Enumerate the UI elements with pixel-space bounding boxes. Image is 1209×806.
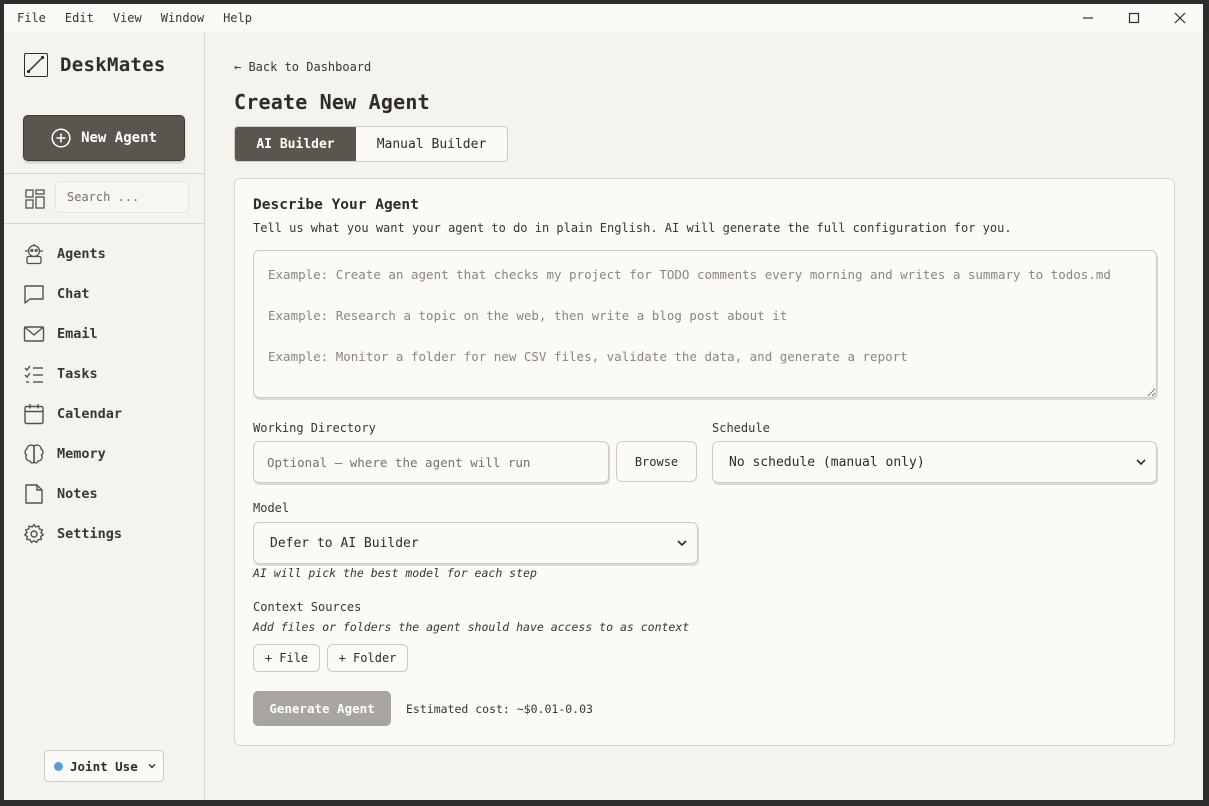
model-hint: AI will pick the best model for each ste… <box>253 566 537 580</box>
gear-icon <box>23 523 45 545</box>
page-title: Create New Agent <box>234 90 430 114</box>
sidebar-item-notes[interactable]: Notes <box>4 474 204 514</box>
sidebar: DeskMates New Agent Search ... Agents Ch… <box>4 32 205 800</box>
robot-icon <box>23 243 45 265</box>
sidebar-item-email[interactable]: Email <box>4 314 204 354</box>
schedule-value: No schedule (manual only) <box>729 454 925 470</box>
brand: DeskMates <box>24 53 166 77</box>
divider <box>4 223 204 224</box>
model-label: Model <box>253 501 290 515</box>
add-folder-button[interactable]: + Folder <box>327 644 408 672</box>
card-title: Describe Your Agent <box>253 197 419 213</box>
builder-tabs: AI Builder Manual Builder <box>234 126 508 162</box>
grid-view-icon[interactable] <box>25 189 45 209</box>
model-value: Defer to AI Builder <box>270 535 419 551</box>
checklist-icon <box>23 363 45 385</box>
sidebar-item-chat[interactable]: Chat <box>4 274 204 314</box>
search-input[interactable] <box>55 181 189 213</box>
chevron-down-icon <box>148 764 156 769</box>
new-agent-button[interactable]: New Agent <box>23 115 185 161</box>
sidebar-item-label: Calendar <box>57 406 123 422</box>
describe-agent-card: Describe Your Agent Tell us what you wan… <box>234 178 1175 746</box>
minimize-button[interactable] <box>1065 4 1111 32</box>
context-sources-hint: Add files or folders the agent should ha… <box>253 620 690 634</box>
close-button[interactable] <box>1157 4 1203 32</box>
calendar-icon <box>23 403 45 425</box>
status-dot <box>54 761 63 771</box>
new-agent-label: New Agent <box>81 130 157 146</box>
sidebar-item-label: Memory <box>57 446 106 462</box>
divider <box>4 173 204 174</box>
sidebar-item-label: Agents <box>57 246 106 262</box>
tab-manual-builder[interactable]: Manual Builder <box>356 127 507 161</box>
note-icon <box>23 483 45 505</box>
menu-edit[interactable]: Edit <box>65 11 107 25</box>
sidebar-item-tasks[interactable]: Tasks <box>4 354 204 394</box>
chevron-down-icon <box>677 540 687 547</box>
plus-circle-icon <box>51 128 71 148</box>
menu-help[interactable]: Help <box>223 11 265 25</box>
model-select[interactable]: Defer to AI Builder <box>253 522 698 564</box>
sidebar-item-label: Email <box>57 326 98 342</box>
browse-button[interactable]: Browse <box>616 441 697 482</box>
menu-window[interactable]: Window <box>161 11 217 25</box>
add-file-button[interactable]: + File <box>253 644 320 672</box>
back-to-dashboard-link[interactable]: ← Back to Dashboard <box>234 60 371 74</box>
envelope-icon <box>23 323 45 345</box>
mode-selector[interactable]: Joint Use <box>44 750 164 782</box>
schedule-label: Schedule <box>712 421 770 435</box>
close-icon <box>1174 12 1186 24</box>
sidebar-nav: Agents Chat Email Tasks Calendar Memory … <box>4 234 204 554</box>
chevron-down-icon <box>1136 459 1146 466</box>
menu-file[interactable]: File <box>17 11 59 25</box>
working-directory-input[interactable] <box>253 441 609 483</box>
generate-agent-button[interactable]: Generate Agent <box>253 691 391 726</box>
maximize-button[interactable] <box>1111 4 1157 32</box>
working-directory-label: Working Directory <box>253 421 376 435</box>
menu-bar: File Edit View Window Help <box>4 4 1203 32</box>
schedule-select[interactable]: No schedule (manual only) <box>712 441 1157 483</box>
minimize-icon <box>1083 17 1093 19</box>
app-name: DeskMates <box>60 54 166 76</box>
main-content: ← Back to Dashboard Create New Agent AI … <box>205 32 1203 800</box>
sidebar-item-calendar[interactable]: Calendar <box>4 394 204 434</box>
sidebar-item-settings[interactable]: Settings <box>4 514 204 554</box>
maximize-icon <box>1128 12 1140 24</box>
app-logo-icon <box>24 53 48 77</box>
chat-bubble-icon <box>23 283 45 305</box>
agent-description-textarea[interactable] <box>253 250 1157 398</box>
sidebar-item-memory[interactable]: Memory <box>4 434 204 474</box>
mode-label: Joint Use <box>70 758 138 774</box>
sidebar-item-label: Notes <box>57 486 98 502</box>
card-subtitle: Tell us what you want your agent to do i… <box>253 221 1012 235</box>
menu-view[interactable]: View <box>113 11 155 25</box>
tab-ai-builder[interactable]: AI Builder <box>235 127 356 161</box>
sidebar-item-agents[interactable]: Agents <box>4 234 204 274</box>
sidebar-item-label: Chat <box>57 286 90 302</box>
sidebar-item-label: Settings <box>57 526 123 542</box>
brain-icon <box>23 443 45 465</box>
app-window: File Edit View Window Help DeskMates New… <box>4 4 1203 800</box>
sidebar-item-label: Tasks <box>57 366 98 382</box>
context-sources-label: Context Sources <box>253 600 362 614</box>
estimated-cost: Estimated cost: ~$0.01-0.03 <box>406 702 593 716</box>
